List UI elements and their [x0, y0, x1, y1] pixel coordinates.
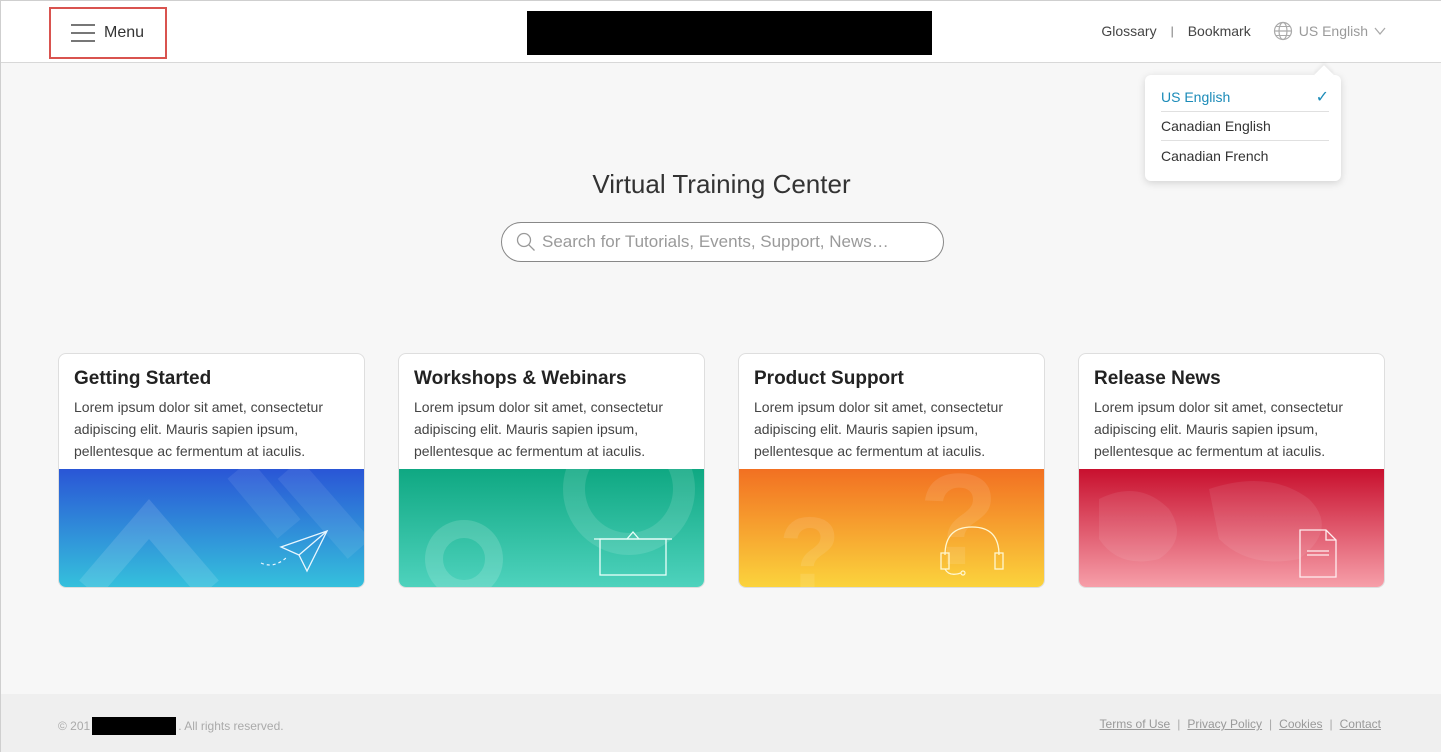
language-option-label: US English: [1161, 89, 1231, 105]
card-title: Release News: [1094, 368, 1221, 389]
search-box[interactable]: [501, 222, 944, 262]
language-option-label: Canadian French: [1161, 147, 1269, 164]
copyright-prefix: © 201: [58, 719, 91, 733]
copyright-suffix: . All rights reserved.: [178, 719, 284, 733]
card-product-support[interactable]: Product Support Lorem ipsum dolor sit am…: [738, 353, 1045, 588]
cookies-link[interactable]: Cookies: [1279, 717, 1322, 731]
card-banner: [1079, 469, 1384, 587]
language-option-canadian-french[interactable]: Canadian French: [1161, 141, 1329, 170]
card-workshops-webinars[interactable]: Workshops & Webinars Lorem ipsum dolor s…: [398, 353, 705, 588]
card-description: Lorem ipsum dolor sit amet, consectetur …: [414, 399, 663, 459]
card-description: Lorem ipsum dolor sit amet, consectetur …: [754, 399, 1003, 459]
footer-separator: |: [1329, 717, 1333, 731]
language-dropdown: US English ✓ Canadian English Canadian F…: [1145, 75, 1341, 181]
copyright: © 201 . All rights reserved.: [58, 717, 284, 735]
page-title: Virtual Training Center: [592, 169, 851, 199]
privacy-policy-link[interactable]: Privacy Policy: [1187, 717, 1262, 731]
svg-text:?: ?: [779, 497, 840, 588]
card-title: Product Support: [754, 368, 904, 389]
redacted-company-name: [92, 717, 177, 735]
chevron-down-icon: [1374, 27, 1386, 36]
link-separator: |: [1170, 24, 1174, 38]
language-option-label: Canadian English: [1161, 118, 1271, 134]
svg-text:?: ?: [919, 469, 998, 588]
footer-links: Terms of Use | Privacy Policy | Cookies …: [1100, 717, 1381, 731]
card-banner: [59, 469, 364, 587]
glossary-link[interactable]: Glossary: [1101, 23, 1156, 39]
top-links: Glossary | Bookmark US English: [1101, 21, 1386, 41]
hamburger-icon: [71, 24, 95, 42]
bookmark-link[interactable]: Bookmark: [1188, 23, 1251, 39]
footer-separator: |: [1269, 717, 1273, 731]
language-option-canadian-english[interactable]: Canadian English: [1161, 112, 1329, 141]
language-selector[interactable]: US English: [1273, 21, 1386, 41]
contact-link[interactable]: Contact: [1340, 717, 1381, 731]
search-input[interactable]: [542, 232, 922, 252]
card-release-news[interactable]: Release News Lorem ipsum dolor sit amet,…: [1078, 353, 1385, 588]
card-title: Getting Started: [74, 368, 212, 389]
card-description: Lorem ipsum dolor sit amet, consectetur …: [1094, 399, 1343, 459]
top-header: Menu Glossary | Bookmark US English: [1, 1, 1441, 63]
menu-button[interactable]: Menu: [49, 7, 167, 59]
card-banner: [399, 469, 704, 587]
search-icon: [516, 232, 535, 251]
card-title: Workshops & Webinars: [414, 368, 627, 389]
footer-separator: |: [1177, 717, 1181, 731]
card-description: Lorem ipsum dolor sit amet, consectetur …: [74, 399, 323, 459]
terms-of-use-link[interactable]: Terms of Use: [1100, 717, 1171, 731]
card-banner: ? ?: [739, 469, 1044, 588]
globe-icon: [1273, 21, 1292, 41]
card-getting-started[interactable]: Getting Started Lorem ipsum dolor sit am…: [58, 353, 365, 588]
check-icon: ✓: [1315, 89, 1329, 106]
menu-label: Menu: [104, 24, 145, 41]
redacted-logo: [527, 11, 932, 55]
footer: © 201 . All rights reserved. Terms of Us…: [1, 694, 1441, 752]
language-option-us-english[interactable]: US English ✓: [1161, 83, 1329, 112]
language-selected: US English: [1298, 23, 1368, 39]
